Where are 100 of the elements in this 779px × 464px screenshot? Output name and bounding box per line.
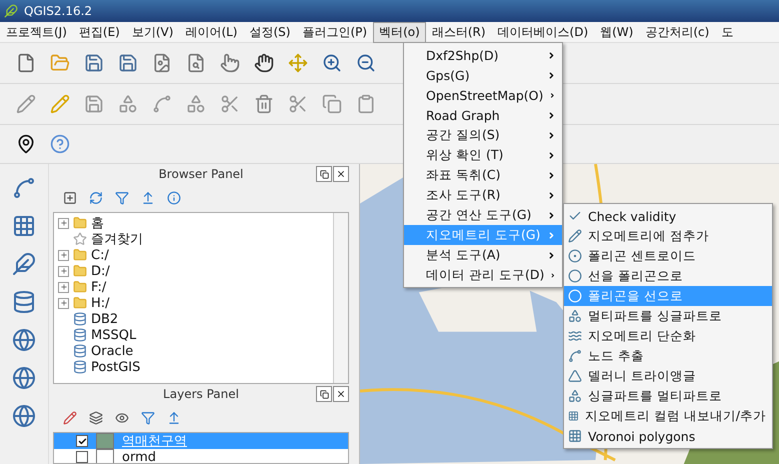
menu-item[interactable]: 공간처리(c) [639,22,716,42]
add-selected-icon[interactable] [63,191,77,205]
save-icon[interactable] [84,53,104,73]
help-icon[interactable] [50,134,70,154]
visibility-checkbox[interactable] [76,435,88,447]
database-icon [73,312,87,326]
menu-item[interactable]: 지오메트리에 점추가 [564,226,772,246]
database-icon [73,360,87,374]
collapse-icon[interactable] [167,411,181,425]
menu-item[interactable]: 데이터베이스(D) [492,22,594,42]
tool-icon [568,249,582,263]
menu-item[interactable]: 노드 추출 [564,346,772,366]
save-edits-icon[interactable] [84,94,104,114]
menu-item[interactable]: Check validity [564,206,772,226]
tree-item[interactable]: H:/ [91,296,110,310]
folder-icon [73,216,87,230]
menu-item[interactable]: 조사 도구(R) [404,185,562,205]
menu-item[interactable]: 도 [715,22,740,42]
menu-item[interactable]: 레이어(L) [179,22,244,42]
tool-icon [568,329,582,343]
new-file-icon[interactable] [16,53,36,73]
pencil-icon[interactable] [16,94,36,114]
visibility-checkbox[interactable] [76,451,88,463]
tree-item[interactable]: D:/ [91,264,110,278]
save-as-icon[interactable] [118,53,138,73]
tree-item[interactable]: F:/ [91,280,106,294]
expand-toggle[interactable] [58,298,69,308]
tree-item[interactable]: Oracle [91,344,134,358]
refresh-icon[interactable] [89,191,103,205]
expand-toggle[interactable] [58,266,69,276]
menu-item[interactable]: 델러니 트라이앵글 [564,366,772,386]
menu-item[interactable]: 공간 질의(S) [404,125,562,145]
menu-item[interactable]: 지오메트리 컬럼 내보내기/추가 [564,406,772,426]
menu-item[interactable]: 폴리곤 센트로이드 [564,246,772,266]
expand-toggle[interactable] [58,282,69,292]
menu-item[interactable]: 공간 연산 도구(G) [404,205,562,225]
menu-item[interactable]: 지오메트리 단순화 [564,326,772,346]
menu-item[interactable]: Voronoi polygons [564,426,772,446]
float-button[interactable] [316,166,332,182]
app-logo-icon [4,4,18,18]
menu-item[interactable]: 보기(V) [126,22,180,42]
menu-item[interactable]: Gps(G) [404,65,562,85]
layer-row[interactable]: ormd [54,449,348,463]
zoom-out-icon[interactable] [356,53,376,73]
restore-icon [320,170,328,178]
tool-icon [568,349,582,363]
menu-item[interactable]: OpenStreetMap(O) [404,85,562,105]
cut-icon[interactable] [288,94,308,114]
menu-item[interactable]: Dxf2Shp(D) [404,45,562,65]
menu-item[interactable]: 설정(S) [244,22,296,42]
menu-item[interactable]: 벡터(o) [373,22,426,42]
database-icon [73,328,87,342]
menu-item[interactable]: 선을 폴리곤으로 [564,266,772,286]
collapse-icon[interactable] [141,191,155,205]
open-folder-icon[interactable] [50,53,70,73]
tool-icon [568,229,582,243]
menu-item[interactable]: 프로젝트(J) [0,22,73,42]
zoom-in-icon[interactable] [322,53,342,73]
tool-icon [568,369,582,383]
scroll-bar[interactable] [333,213,348,383]
filter-icon[interactable] [115,191,129,205]
close-icon [336,169,346,179]
delete-icon[interactable] [254,94,274,114]
tree-item[interactable]: C:/ [91,248,109,262]
menu-item[interactable]: 편집(E) [72,22,126,42]
expand-toggle[interactable] [58,250,69,260]
paste-icon[interactable] [356,94,376,114]
tool-icon [568,409,579,423]
float-button[interactable] [316,386,332,402]
info-icon[interactable] [167,191,181,205]
menu-item[interactable]: 데이터 관리 도구(D) [404,265,562,285]
tree-item[interactable]: DB2 [91,312,118,326]
tree-item[interactable]: 홈 [91,214,104,232]
menu-item[interactable]: 웹(W) [594,22,640,42]
tree-item[interactable]: 즐겨찾기 [91,230,143,248]
tree-item[interactable]: MSSQL [91,328,136,342]
copy-icon[interactable] [322,94,342,114]
pan-hand-icon[interactable] [254,53,274,73]
tool-icon [568,309,582,323]
tree-item[interactable]: PostGIS [91,360,140,374]
menu-item[interactable]: 래스터(R) [426,22,492,42]
filter-icon[interactable] [141,411,155,425]
menu-item[interactable]: 분석 도구(A) [404,245,562,265]
touch-icon[interactable] [220,53,240,73]
menu-item[interactable]: 위상 확인 (T) [404,145,562,165]
menu-item[interactable]: 싱글파트를 멀티파트로 [564,386,772,406]
menu-item[interactable]: 멀티파트를 싱글파트로 [564,306,772,326]
menu-item[interactable]: 좌표 독취(C) [404,165,562,185]
tool-icon [568,289,582,303]
eye-icon[interactable] [115,411,129,425]
restore-icon [320,390,328,398]
expand-toggle[interactable] [58,218,69,228]
folder-icon [73,248,87,262]
tool-icon [568,389,582,403]
close-button[interactable] [333,386,349,402]
close-button[interactable] [333,166,349,182]
map-pin-icon[interactable] [16,134,36,154]
menu-item[interactable]: Road Graph [404,105,562,125]
menu-item[interactable]: 플러그인(P) [296,22,374,42]
node-tool-icon[interactable] [152,94,172,114]
